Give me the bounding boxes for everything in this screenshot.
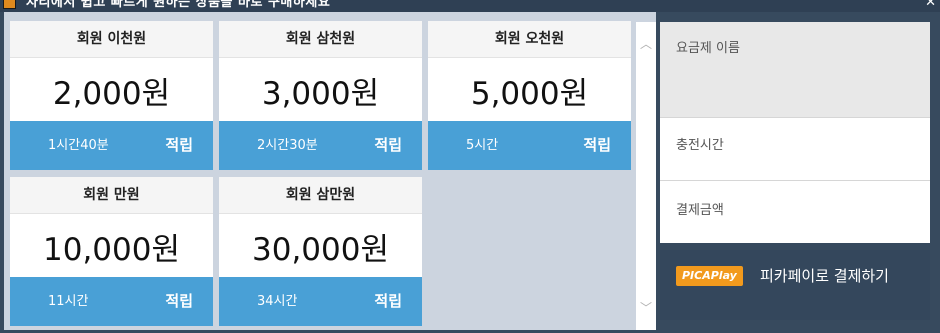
chevron-down-icon[interactable]: ﹀ [636,298,656,318]
plan-time: 1시간40분 [48,138,109,153]
scrollbar[interactable]: ︿ ﹀ [636,22,656,330]
window-title: 자리에서 쉽고 빠르게 원하는 상품을 바로 구매하세요 [26,0,331,10]
earn-button[interactable]: 적립 [374,277,402,326]
close-icon[interactable]: ✕ [925,0,936,10]
charge-time-label: 충전시간 [676,138,724,153]
charge-time-field: 충전시간 [660,118,930,181]
chevron-up-icon[interactable]: ︿ [636,34,656,54]
pica-play-logo: PICAPlay [676,266,743,286]
plan-time: 11시간 [48,294,89,309]
plan-price: 2,000원 [52,76,171,112]
title-bar: 자리에서 쉽고 빠르게 원하는 상품을 바로 구매하세요 ✕ [0,0,940,12]
plan-time: 5시간 [466,138,499,153]
plan-price: 30,000원 [252,232,389,268]
plan-info-bar[interactable]: 34시간 적립 [219,277,422,326]
plan-grid: 회원 이천원 2,000원 1시간40분 적립 회원 삼천원 3,000원 2시… [4,12,656,330]
plan-card-30000[interactable]: 회원 삼만원 30,000원 34시간 적립 [219,177,422,326]
plan-name: 회원 삼천원 [219,21,422,58]
plan-info-bar[interactable]: 11시간 적립 [10,277,213,326]
plan-info-bar[interactable]: 5시간 적립 [428,121,631,170]
plan-name-field: 요금제 이름 [660,22,930,118]
pica-pay-button[interactable]: PICAPlay 피카페이로 결제하기 [660,250,930,320]
plan-name: 회원 만원 [10,177,213,214]
plan-name: 회원 삼만원 [219,177,422,214]
earn-button[interactable]: 적립 [374,121,402,170]
plan-time: 34시간 [257,294,298,309]
plan-time: 2시간30분 [257,138,318,153]
pay-amount-field: 결제금액 [660,181,930,243]
pay-amount-label: 결제금액 [676,203,724,218]
order-summary: 요금제 이름 충전시간 결제금액 [660,22,930,243]
plan-card-3000[interactable]: 회원 삼천원 3,000원 2시간30분 적립 [219,21,422,170]
plan-card-2000[interactable]: 회원 이천원 2,000원 1시간40분 적립 [10,21,213,170]
plan-price: 10,000원 [43,232,180,268]
app-icon [3,0,16,9]
plan-card-10000[interactable]: 회원 만원 10,000원 11시간 적립 [10,177,213,326]
plan-name: 회원 이천원 [10,21,213,58]
plan-name-label: 요금제 이름 [676,41,740,56]
plan-name: 회원 오천원 [428,21,631,58]
earn-button[interactable]: 적립 [165,121,193,170]
plan-price: 3,000원 [261,76,380,112]
plan-info-bar[interactable]: 2시간30분 적립 [219,121,422,170]
earn-button[interactable]: 적립 [583,121,611,170]
plan-price: 5,000원 [470,76,589,112]
plan-info-bar[interactable]: 1시간40분 적립 [10,121,213,170]
pay-button-label: 피카페이로 결제하기 [760,267,889,285]
plan-card-5000[interactable]: 회원 오천원 5,000원 5시간 적립 [428,21,631,170]
earn-button[interactable]: 적립 [165,277,193,326]
